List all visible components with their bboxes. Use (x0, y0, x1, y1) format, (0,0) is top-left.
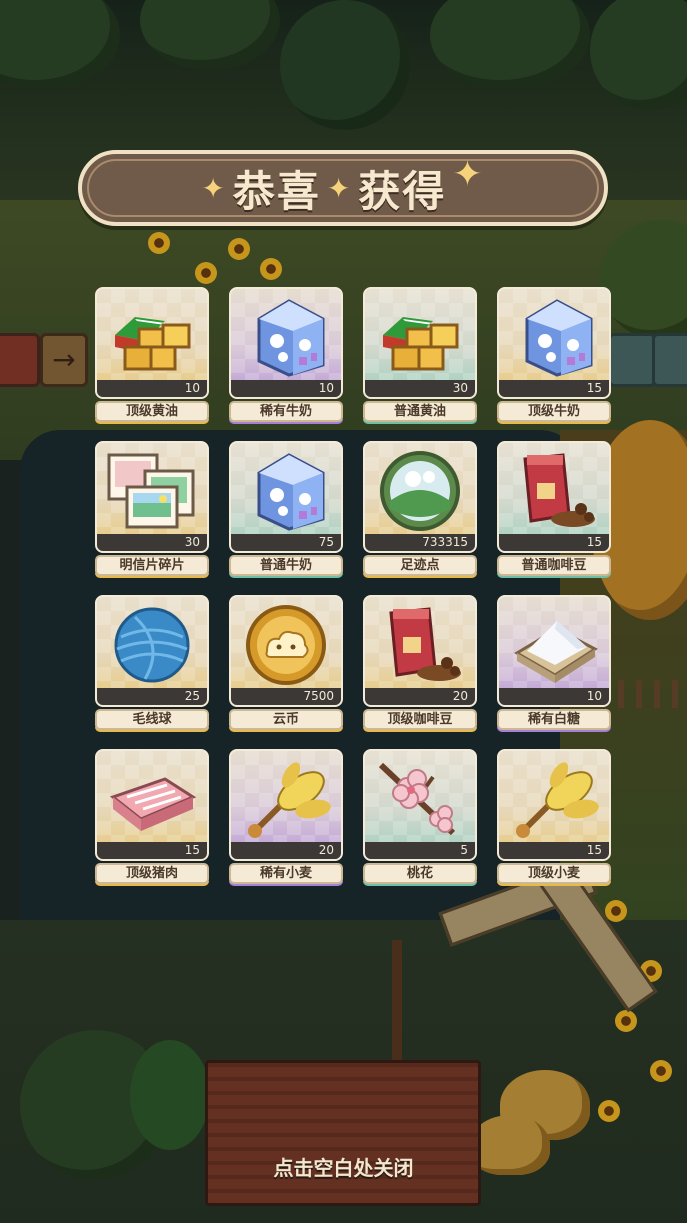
reward-name: 顶级咖啡豆 (363, 709, 477, 730)
reward-name: 足迹点 (363, 555, 477, 576)
reward-name: 云币 (229, 709, 343, 730)
reward-count: 15 (499, 380, 609, 397)
butter-icon (115, 317, 191, 371)
reward-name: 顶级小麦 (497, 863, 611, 884)
close-hint: 点击空白处关闭 (273, 1156, 414, 1180)
reward-card-2[interactable]: 30 普通黄油 (363, 287, 477, 424)
reward-card-box: 733315 (363, 441, 477, 553)
sugar-tray-icon (514, 621, 598, 683)
reward-card-box: 30 (95, 441, 209, 553)
reward-card-box: 15 (497, 441, 611, 553)
reward-name: 顶级猪肉 (95, 863, 209, 884)
reward-card-12[interactable]: 15 顶级猪肉 (95, 749, 209, 886)
coffee-bag-icon (523, 453, 595, 527)
reward-card-6[interactable]: 733315 足迹点 (363, 441, 477, 578)
coffee-bag-icon (389, 607, 461, 681)
reward-grid: 10 顶级黄油 10 稀有牛奶 30 普通黄油 15 顶级牛奶 30 明信片碎片… (95, 287, 611, 886)
reward-card-box: 15 (497, 749, 611, 861)
reward-name: 稀有小麦 (229, 863, 343, 884)
banner-title: ✦ 恭喜 ✦ 获得 ✦ (82, 154, 604, 222)
reward-name: 顶级牛奶 (497, 401, 611, 422)
reward-name: 毛线球 (95, 709, 209, 730)
reward-card-0[interactable]: 10 顶级黄油 (95, 287, 209, 424)
reward-card-box: 75 (229, 441, 343, 553)
reward-card-box: 15 (497, 287, 611, 399)
reward-card-box: 20 (363, 595, 477, 707)
reward-card-11[interactable]: 10 稀有白糖 (497, 595, 611, 732)
sparkle-icon: ✦ (452, 153, 485, 195)
reward-count: 10 (97, 380, 207, 397)
reward-card-box: 15 (95, 749, 209, 861)
reward-card-4[interactable]: 30 明信片碎片 (95, 441, 209, 578)
reward-card-14[interactable]: 5 桃花 (363, 749, 477, 886)
reward-card-7[interactable]: 15 普通咖啡豆 (497, 441, 611, 578)
reward-count: 10 (231, 380, 341, 397)
reward-name: 顶级黄油 (95, 401, 209, 422)
footprint-orb-icon (380, 451, 460, 531)
wheat-icon (516, 762, 599, 838)
reward-card-box: 10 (229, 287, 343, 399)
reward-count: 30 (365, 380, 475, 397)
reward-card-1[interactable]: 10 稀有牛奶 (229, 287, 343, 424)
reward-count: 15 (499, 534, 609, 551)
reward-card-box: 10 (497, 595, 611, 707)
reward-name: 普通咖啡豆 (497, 555, 611, 576)
reward-card-box: 7500 (229, 595, 343, 707)
reward-count: 75 (231, 534, 341, 551)
reward-name: 稀有白糖 (497, 709, 611, 730)
reward-name: 桃花 (363, 863, 477, 884)
reward-count: 10 (499, 688, 609, 705)
milk-carton-icon (257, 453, 325, 531)
reward-card-13[interactable]: 20 稀有小麦 (229, 749, 343, 886)
reward-count: 20 (365, 688, 475, 705)
reward-count: 30 (97, 534, 207, 551)
pork-icon (109, 777, 197, 831)
reward-count: 733315 (365, 534, 475, 551)
reward-count: 7500 (231, 688, 341, 705)
reward-name: 明信片碎片 (95, 555, 209, 576)
reward-card-box: 20 (229, 749, 343, 861)
title-left: 恭喜 (232, 166, 321, 216)
title-right: 获得 (358, 166, 447, 216)
reward-name: 稀有牛奶 (229, 401, 343, 422)
reward-count: 5 (365, 842, 475, 859)
sparkle-icon: ✦ (326, 171, 353, 205)
reward-card-15[interactable]: 15 顶级小麦 (497, 749, 611, 886)
wheat-icon (248, 762, 331, 838)
reward-title-banner: ✦ 恭喜 ✦ 获得 ✦ (78, 150, 608, 226)
reward-count: 25 (97, 688, 207, 705)
yarn-ball-icon (114, 607, 190, 683)
reward-card-9[interactable]: 7500 云币 (229, 595, 343, 732)
reward-card-box: 25 (95, 595, 209, 707)
postcard-icon (107, 453, 195, 529)
reward-card-box: 30 (363, 287, 477, 399)
sparkle-icon: ✦ (201, 171, 227, 205)
reward-card-box: 5 (363, 749, 477, 861)
reward-name: 普通黄油 (363, 401, 477, 422)
reward-card-10[interactable]: 20 顶级咖啡豆 (363, 595, 477, 732)
reward-card-8[interactable]: 25 毛线球 (95, 595, 209, 732)
milk-carton-icon (257, 299, 325, 377)
reward-card-3[interactable]: 15 顶级牛奶 (497, 287, 611, 424)
butter-icon (383, 317, 459, 371)
reward-name: 普通牛奶 (229, 555, 343, 576)
reward-card-5[interactable]: 75 普通牛奶 (229, 441, 343, 578)
reward-count: 20 (231, 842, 341, 859)
peach-blossom-icon (378, 762, 456, 836)
reward-card-box: 10 (95, 287, 209, 399)
milk-carton-icon (525, 299, 593, 377)
reward-count: 15 (97, 842, 207, 859)
reward-count: 15 (499, 842, 609, 859)
cloud-coin-icon (246, 605, 326, 685)
